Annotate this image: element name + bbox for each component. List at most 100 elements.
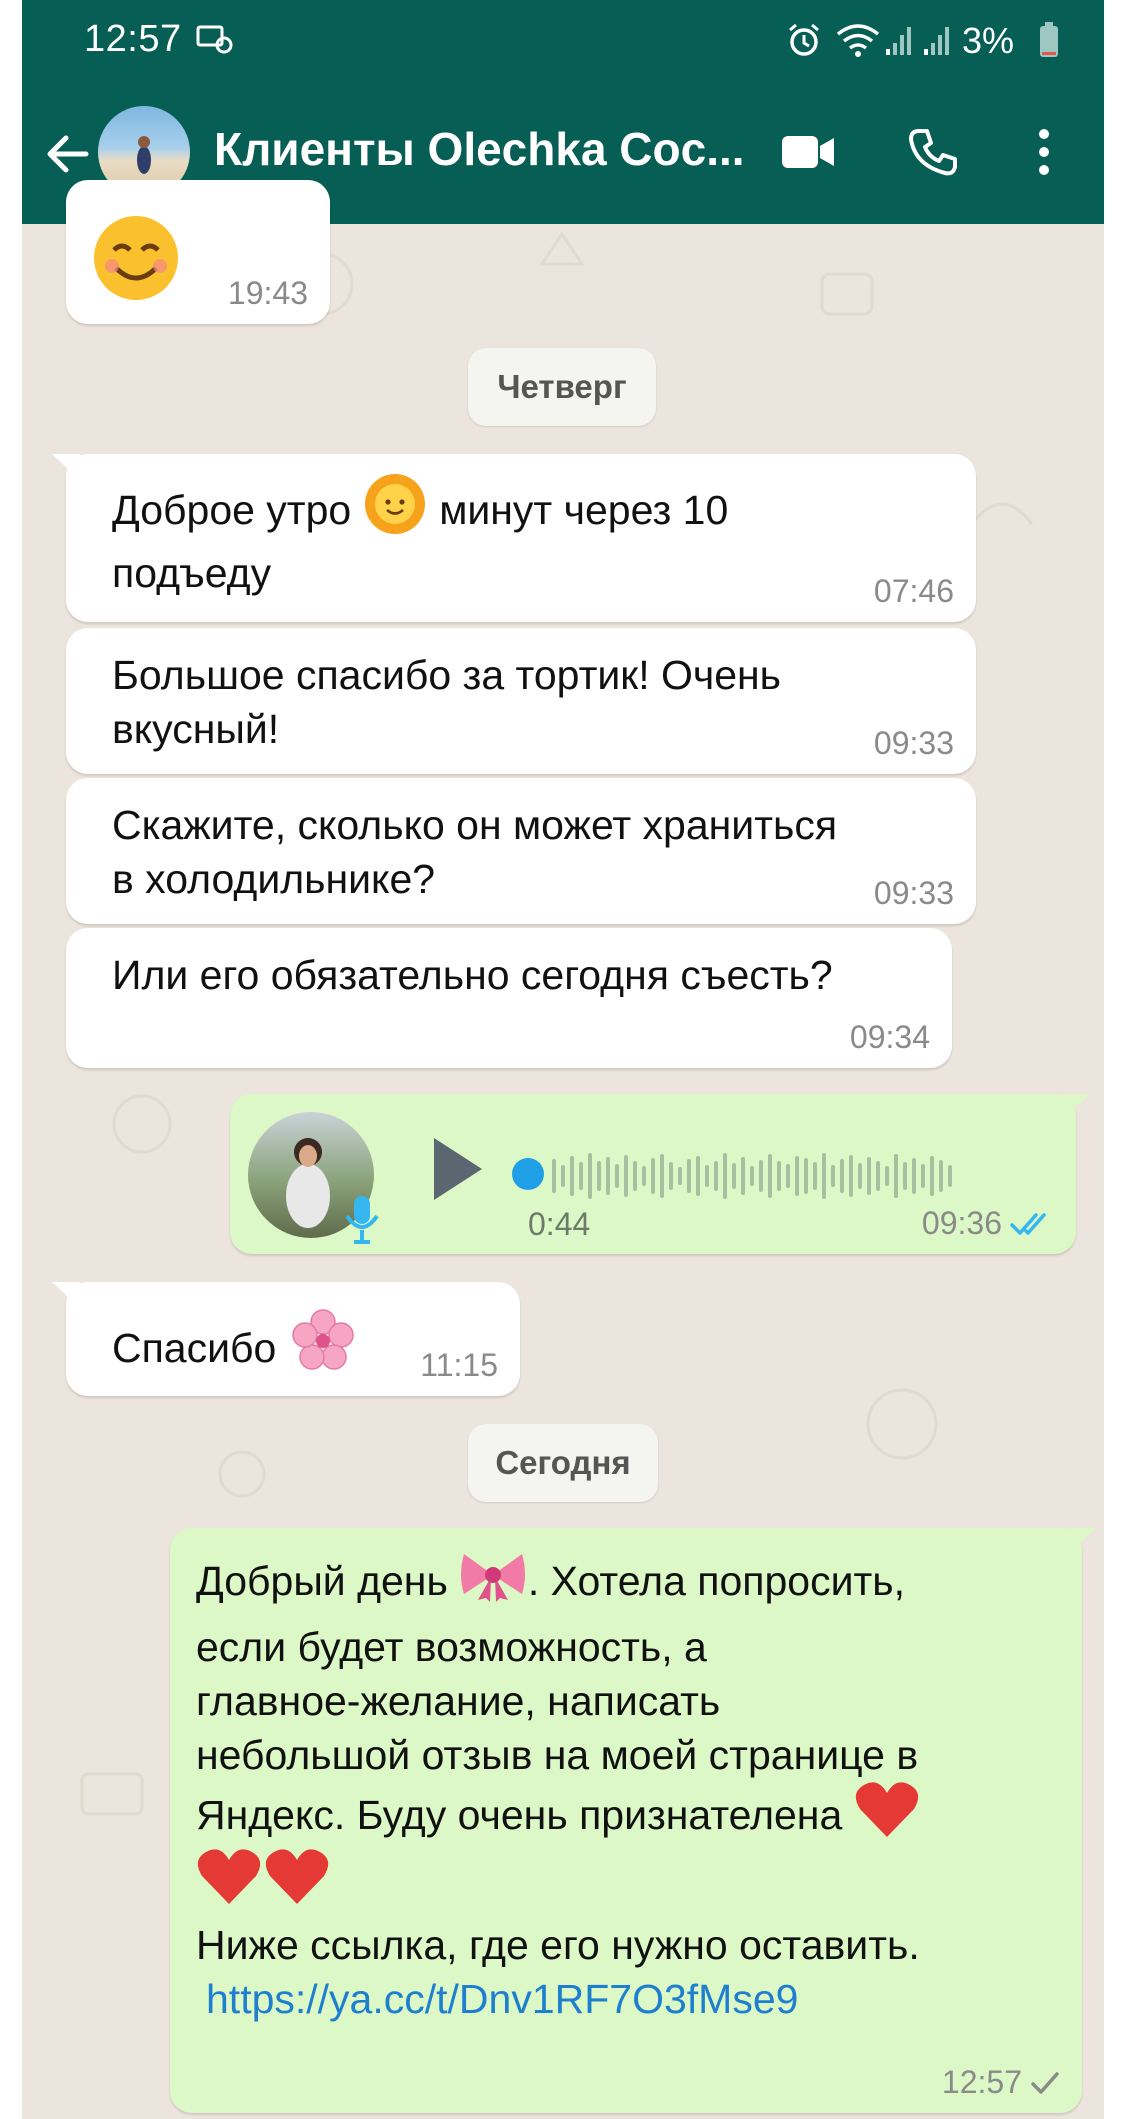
voice-message-outgoing[interactable]: 0:44 09:36	[230, 1094, 1090, 1254]
playback-position-handle[interactable]	[512, 1158, 544, 1190]
message-text: подъеду	[112, 550, 272, 596]
single-check-icon	[1031, 2071, 1059, 2094]
waveform-bar	[948, 1165, 952, 1187]
signal-icon-1	[884, 22, 914, 58]
battery-icon	[1038, 22, 1060, 58]
signal-icon-2	[922, 22, 952, 58]
waveform-bar	[822, 1153, 826, 1199]
red-heart-emoji	[854, 1779, 920, 1852]
waveform-bar	[714, 1161, 718, 1191]
waveform-bar	[831, 1165, 835, 1187]
waveform-bar	[912, 1158, 916, 1194]
waveform-bar	[777, 1161, 781, 1191]
message-incoming[interactable]: Спасибо 11:15	[52, 1282, 520, 1396]
red-heart-emoji	[196, 1846, 262, 1919]
waveform-bar	[741, 1157, 745, 1195]
waveform-bar	[678, 1167, 682, 1185]
waveform-bar	[705, 1165, 709, 1187]
more-options-icon[interactable]	[1012, 120, 1076, 184]
message-incoming[interactable]: 19:43	[66, 180, 330, 324]
message-incoming[interactable]: Большое спасибо за тортик! Очень вкусный…	[66, 628, 976, 774]
waveform-bar	[732, 1163, 736, 1189]
waveform-bar	[858, 1163, 862, 1189]
waveform-bar	[561, 1165, 565, 1187]
chat-screen: 12:57 3% Клиенты Olechka Coc... 19:43 Че…	[22, 0, 1104, 2119]
waveform-bar	[579, 1162, 583, 1190]
message-text: небольшой отзыв на моей странице в	[196, 1732, 919, 1778]
voice-duration: 0:44	[528, 1206, 591, 1242]
message-incoming[interactable]: Скажите, сколько он может храниться в хо…	[66, 778, 976, 924]
waveform-bar	[840, 1159, 844, 1193]
play-icon[interactable]	[426, 1134, 486, 1209]
back-arrow-icon[interactable]	[40, 126, 96, 182]
waveform-bar	[804, 1158, 808, 1194]
message-text: если будет возможность, а	[196, 1624, 707, 1670]
message-text: в холодильнике?	[112, 856, 436, 902]
waveform-bar	[786, 1164, 790, 1188]
waveform-bar	[894, 1154, 898, 1198]
message-outgoing[interactable]: Добрый день . Хотела попросить, если буд…	[170, 1528, 1096, 2113]
waveform-bar	[759, 1160, 763, 1192]
message-time: 09:34	[849, 1019, 930, 1055]
waveform-bar	[849, 1155, 853, 1197]
waveform-bar	[597, 1161, 601, 1191]
chat-title[interactable]: Клиенты Olechka Coc...	[214, 122, 745, 176]
waveform-bar	[660, 1154, 664, 1198]
message-text: Или его обязательно сегодня съесть?	[112, 952, 833, 998]
waveform-bar	[633, 1161, 637, 1191]
waveform-bar	[687, 1159, 691, 1193]
waveform-bar	[903, 1162, 907, 1190]
bubble-tail	[1068, 1528, 1096, 1554]
waveform-bar	[552, 1159, 556, 1193]
waveform-bar	[885, 1166, 889, 1186]
waveform-bar	[723, 1153, 727, 1199]
date-separator: Сегодня	[468, 1424, 658, 1502]
message-time: 12:57	[942, 2064, 1060, 2101]
waveform-bar	[588, 1153, 592, 1199]
waveform-bar	[615, 1164, 619, 1188]
message-incoming[interactable]: Или его обязательно сегодня съесть? 09:3…	[66, 928, 952, 1068]
settings-notification-icon	[196, 22, 234, 58]
message-time: 09:33	[873, 875, 954, 911]
waveform-bar	[768, 1154, 772, 1198]
waveform-bar	[867, 1157, 871, 1195]
status-time: 12:57	[84, 18, 182, 60]
waveform-bar	[750, 1166, 754, 1186]
voice-waveform[interactable]	[552, 1148, 952, 1204]
waveform-bar	[669, 1162, 673, 1190]
review-link[interactable]: https://ya.cc/t/Dnv1RF7O3fMse9	[196, 1972, 1066, 2026]
video-call-icon[interactable]	[776, 120, 840, 184]
bubble-tail	[52, 1282, 80, 1308]
waveform-bar	[795, 1156, 799, 1196]
waveform-bar	[696, 1156, 700, 1196]
waveform-bar	[642, 1166, 646, 1186]
waveform-bar	[606, 1157, 610, 1195]
waveform-bar	[570, 1156, 574, 1196]
alarm-icon	[786, 22, 822, 58]
phone-call-icon[interactable]	[900, 120, 964, 184]
message-time: 07:46	[873, 573, 954, 609]
message-incoming[interactable]: Доброе утро минут через 10 подъеду 07:46	[52, 454, 976, 622]
message-text: Спасибо	[112, 1324, 277, 1371]
message-text: Скажите, сколько он может храниться	[112, 802, 838, 848]
message-text: Яндекс. Буду очень признателена	[196, 1792, 843, 1838]
battery-percent: 3%	[962, 20, 1015, 61]
message-text: Большое спасибо за тортик! Очень	[112, 652, 782, 698]
message-text: Ниже ссылка, где его нужно оставить.	[196, 1922, 920, 1968]
double-check-icon	[1010, 1212, 1046, 1235]
waveform-bar	[921, 1164, 925, 1188]
message-text: Доброе утро	[112, 487, 352, 533]
message-text: . Хотела попросить,	[527, 1558, 906, 1604]
status-bar: 12:57 3%	[22, 0, 1104, 86]
ribbon-emoji	[458, 1548, 528, 1615]
waveform-bar	[876, 1161, 880, 1191]
wifi-icon	[836, 22, 880, 58]
microphone-icon	[342, 1194, 382, 1251]
waveform-bar	[624, 1155, 628, 1197]
waveform-bar	[930, 1156, 934, 1196]
waveform-bar	[813, 1162, 817, 1190]
message-time: 11:15	[420, 1347, 498, 1383]
waveform-bar	[939, 1160, 943, 1192]
sun-emoji	[363, 472, 427, 549]
message-time: 19:43	[227, 275, 308, 311]
